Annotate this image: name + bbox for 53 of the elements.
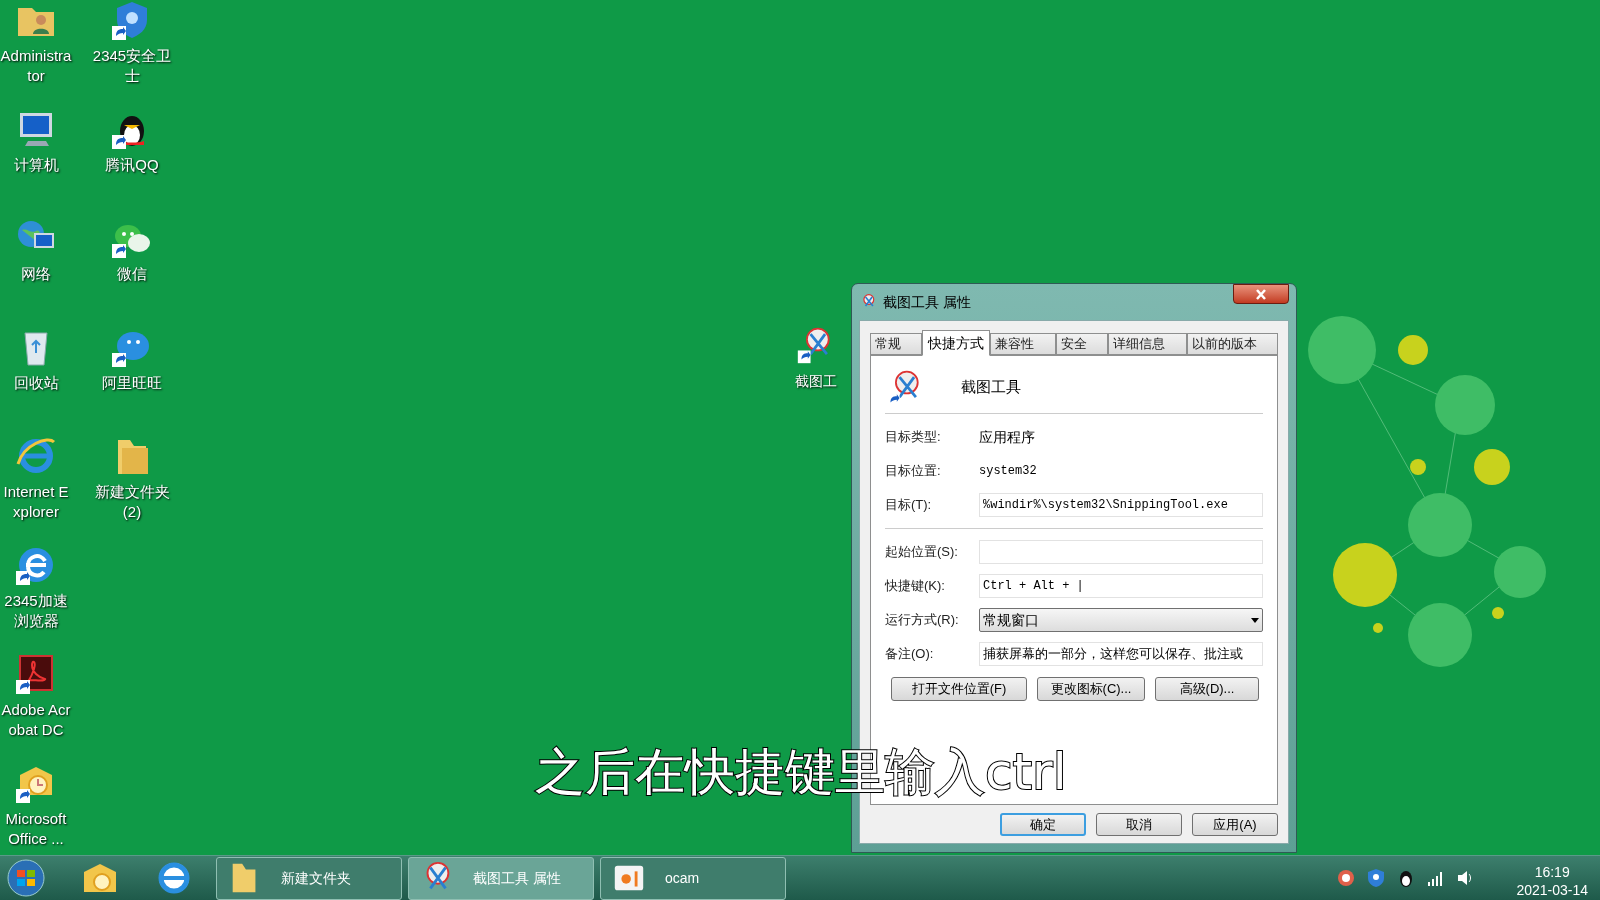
icon-label: 新建文件夹 (2)	[93, 482, 171, 522]
icon-label: Microsoft Office ...	[4, 809, 68, 849]
icon-label: 计算机	[12, 155, 60, 175]
taskbar-button[interactable]: ocam	[600, 856, 786, 900]
field-label: 起始位置(S):	[885, 543, 959, 562]
icon-label: Internet Explorer	[2, 482, 70, 522]
start-orb-icon[interactable]	[6, 858, 46, 898]
action-button[interactable]: 更改图标(C)...	[1037, 677, 1145, 701]
window-title: 截图工具 属性	[883, 292, 971, 312]
clock-date[interactable]: 2021-03-14	[1516, 881, 1588, 899]
dialog-button[interactable]: 应用(A)	[1192, 813, 1278, 836]
dialog-button[interactable]: 确定	[1000, 813, 1086, 836]
field-value: 应用程序	[979, 427, 1035, 447]
icon-label: Administrator	[0, 46, 72, 86]
field-label: 目标类型:	[885, 428, 942, 447]
action-button[interactable]: 高级(D)...	[1155, 677, 1259, 701]
icon-label: 截图工	[795, 372, 837, 391]
icon-label: 腾讯QQ	[104, 155, 160, 175]
action-button[interactable]: 打开文件位置(F)	[891, 677, 1027, 701]
field-label: 快捷键(K):	[885, 577, 946, 596]
tab[interactable]: 安全	[1055, 333, 1109, 355]
app-name: 截图工具	[961, 377, 1021, 398]
field-label: 运行方式(R):	[885, 611, 960, 630]
icon-label: 回收站	[12, 373, 60, 393]
input-field[interactable]	[979, 540, 1263, 564]
tab[interactable]: 常规	[870, 333, 923, 355]
input-field[interactable]: Ctrl + Alt + |	[979, 574, 1263, 598]
dropdown-arrow-icon	[1251, 617, 1259, 623]
field-label: 备注(O):	[885, 645, 935, 664]
dialog-button[interactable]: 取消	[1096, 813, 1182, 836]
input-field[interactable]: 捕获屏幕的一部分，这样您可以保存、批注或	[979, 642, 1263, 666]
icon-label: 微信	[116, 264, 148, 284]
dropdown[interactable]: 常规窗口	[979, 608, 1263, 632]
tab[interactable]: 详细信息	[1108, 333, 1187, 355]
field-label: 目标(T):	[885, 496, 933, 515]
icon-label: 2345加速浏览器	[3, 591, 69, 631]
tab[interactable]: 以前的版本	[1186, 333, 1279, 355]
record-icon[interactable]	[1336, 868, 1357, 888]
close-icon	[1255, 288, 1267, 300]
icon-label: 2345安全卫士	[91, 46, 173, 86]
tab[interactable]: 兼容性	[990, 333, 1056, 355]
icon-label: 阿里旺旺	[101, 373, 163, 393]
taskbar-button[interactable]: 新建文件夹	[216, 856, 402, 900]
close-button[interactable]	[1233, 284, 1289, 304]
tab[interactable]: 快捷方式	[922, 330, 991, 356]
icon-label: Adobe Acrobat DC	[0, 700, 72, 740]
clock-time[interactable]: 16:19	[1534, 863, 1570, 881]
field-label: 目标位置:	[885, 462, 942, 481]
icon-label: 网络	[20, 264, 52, 284]
shield-icon[interactable]	[1366, 868, 1387, 888]
field-value: system32	[979, 463, 1037, 480]
input-field[interactable]: %windir%\system32\SnippingTool.exe	[979, 493, 1263, 517]
video-caption: 之后在快捷键里输入ctrl	[535, 742, 1067, 802]
